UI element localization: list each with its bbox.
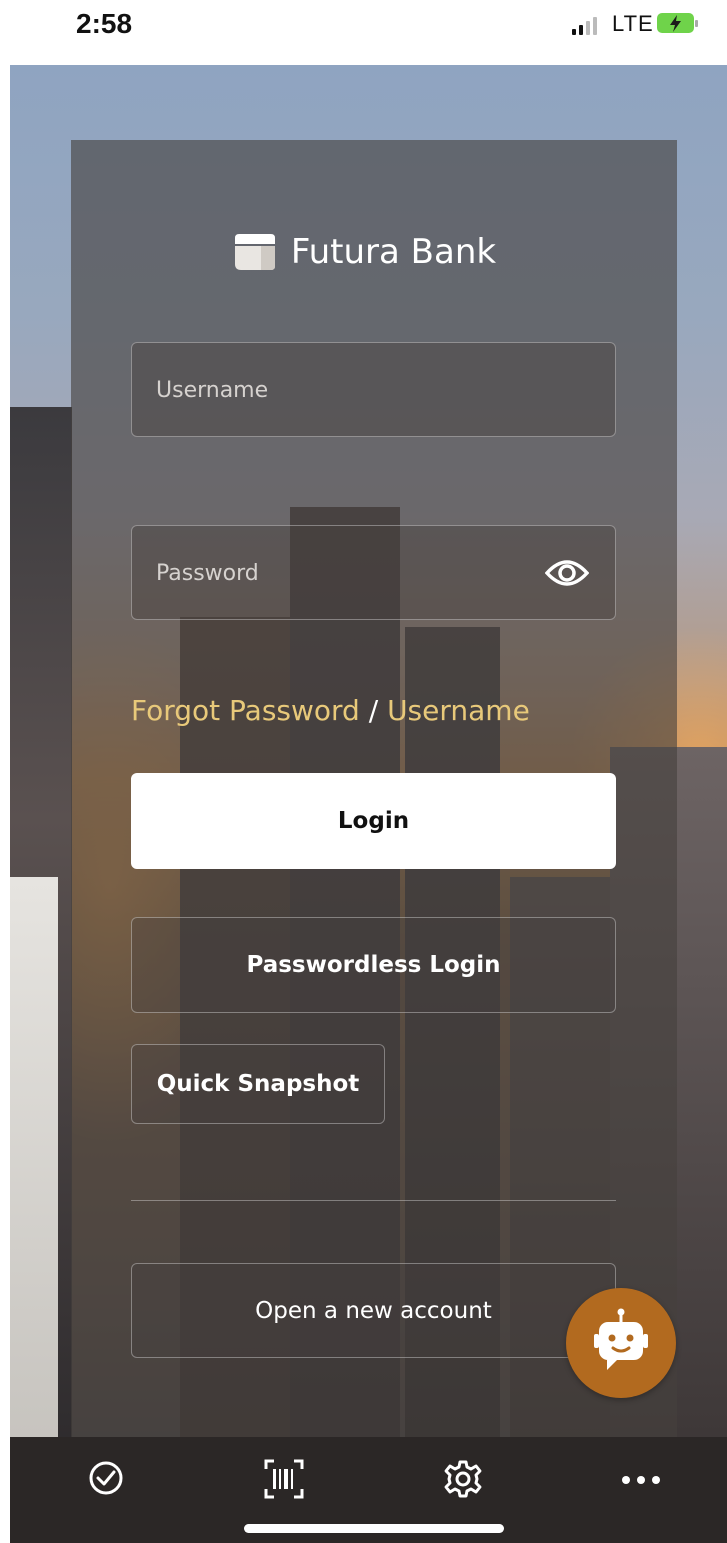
battery-charging-icon	[657, 13, 698, 33]
checkmark-circle-icon[interactable]	[87, 1459, 125, 1501]
brand-header: Futura Bank	[0, 232, 727, 272]
chatbot-button[interactable]	[566, 1288, 676, 1398]
signal-strength-icon	[572, 17, 597, 35]
chatbot-icon	[594, 1308, 648, 1370]
home-indicator[interactable]	[244, 1524, 504, 1533]
forgot-separator: /	[359, 694, 388, 727]
passwordless-login-button[interactable]: Passwordless Login	[131, 917, 616, 1013]
brand-name: Futura Bank	[290, 232, 497, 272]
password-field[interactable]	[131, 525, 616, 621]
forgot-credentials-link[interactable]: Forgot Password / Username	[131, 694, 530, 727]
forgot-username-link[interactable]: Username	[387, 694, 530, 727]
forgot-password-link[interactable]: Forgot Password	[131, 694, 360, 727]
status-time: 2:58	[76, 8, 133, 39]
futura-bank-logo-icon	[231, 232, 277, 272]
more-icon[interactable]	[620, 1471, 662, 1490]
network-type: LTE	[612, 11, 654, 36]
password-input[interactable]	[154, 526, 538, 621]
username-input[interactable]	[154, 343, 538, 438]
eye-icon[interactable]	[544, 555, 590, 595]
barcode-scanner-icon[interactable]	[264, 1459, 304, 1503]
gear-icon[interactable]	[443, 1459, 483, 1503]
username-field[interactable]	[131, 342, 616, 438]
status-bar: 2:58 LTE	[0, 0, 727, 60]
quick-snapshot-button[interactable]: Quick Snapshot	[131, 1044, 385, 1124]
open-account-button[interactable]: Open a new account	[131, 1263, 616, 1358]
login-button[interactable]: Login	[131, 773, 616, 869]
divider	[131, 1200, 616, 1201]
